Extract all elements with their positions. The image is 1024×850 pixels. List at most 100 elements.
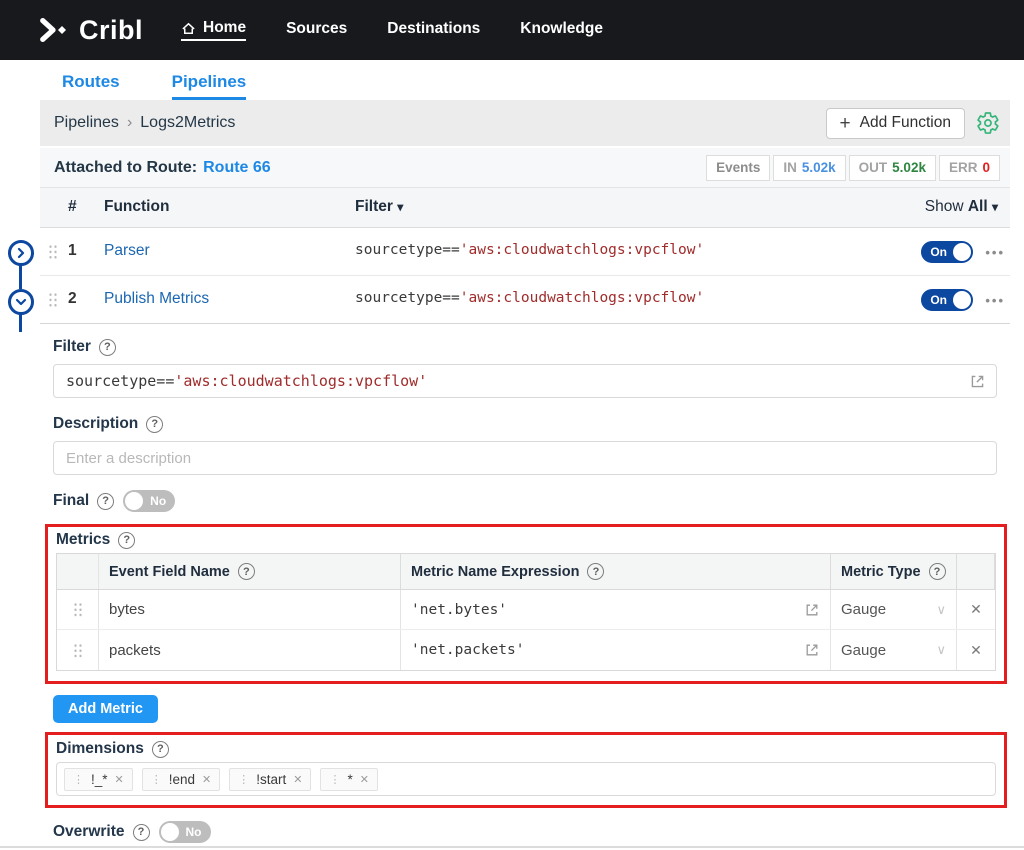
toggle-knob [953,291,971,309]
metrics-field-label: Metrics ? [56,531,996,549]
connector-line [19,265,22,289]
final-toggle[interactable]: No [123,490,175,512]
column-metric-name-expression: Metric Name Expression ? [401,554,831,589]
expand-editor-icon[interactable] [969,373,986,390]
remove-metric-icon[interactable]: ✕ [970,642,982,659]
row-menu-icon[interactable]: ••• [985,245,1005,260]
dimension-tag[interactable]: ⋮ * ✕ [320,768,377,791]
dimension-tag[interactable]: ⋮ !_* ✕ [64,768,133,791]
column-number: # [68,198,77,216]
events-badge: Events [706,155,770,181]
metric-type-select[interactable]: Gauge ∨ [831,630,957,670]
help-icon[interactable]: ? [99,339,116,356]
gear-icon[interactable] [976,111,1000,135]
metric-row-bytes: bytes 'net.bytes' [57,590,995,630]
nav-item-label: Sources [286,20,347,38]
tab-pipelines[interactable]: Pipelines [172,72,247,100]
help-icon[interactable]: ? [146,416,163,433]
metrics-annotation-box: Metrics ? Event Field Name ? Metric Name… [45,524,1007,684]
filter-expression-input[interactable]: sourcetype=='aws:cloudwatchlogs:vpcflow' [53,364,997,398]
breadcrumb-current: Logs2Metrics [140,114,235,132]
add-metric-button[interactable]: Add Metric [53,695,158,723]
remove-tag-icon[interactable]: ✕ [115,773,124,786]
remove-tag-icon[interactable]: ✕ [202,773,211,786]
attached-route-bar: Attached to Route: Route 66 Events IN 5.0… [40,146,1010,188]
metric-field-name[interactable]: packets [99,630,401,670]
remove-tag-icon[interactable]: ✕ [293,773,302,786]
row-menu-icon[interactable]: ••• [985,293,1005,308]
function-detail-panel: Filter ? sourcetype=='aws:cloudwatchlogs… [40,324,1010,843]
function-enable-toggle[interactable]: On [921,289,973,311]
add-function-button[interactable]: + Add Function [826,108,965,139]
description-input[interactable] [53,441,997,475]
remove-metric-icon[interactable]: ✕ [970,601,982,618]
overwrite-field-label: Overwrite ? [53,823,150,841]
help-icon[interactable]: ? [587,563,604,580]
breadcrumb-parent[interactable]: Pipelines [54,114,119,132]
cribl-pipeline-page: Cribl Home Sources Destinations Knowledg… [0,0,1024,850]
drag-handle-icon[interactable] [48,292,58,308]
dimensions-input[interactable]: ⋮ !_* ✕ ⋮ !end ✕ ⋮ !start ✕ [56,762,996,796]
help-icon[interactable]: ? [152,741,169,758]
events-in-value: 5.02k [802,160,836,175]
route-link[interactable]: Route 66 [203,159,271,176]
events-err-badge: ERR 0 [939,155,1000,181]
nav-item-knowledge[interactable]: Knowledge [520,20,603,40]
column-function: Function [104,198,169,216]
metric-expression-cell[interactable]: 'net.packets' [401,630,831,670]
metric-type-select[interactable]: Gauge ∨ [831,590,957,629]
help-icon[interactable]: ? [118,532,135,549]
expand-editor-icon[interactable] [804,642,820,658]
nav-item-label: Knowledge [520,20,603,38]
dimension-tag[interactable]: ⋮ !start ✕ [229,768,311,791]
home-icon [181,21,196,36]
metric-field-name[interactable]: bytes [99,590,401,629]
collapse-function-2-chevron-down-icon[interactable] [8,289,34,315]
function-number: 1 [68,242,77,260]
nav-item-label: Destinations [387,20,480,38]
drag-handle-icon[interactable] [73,602,83,617]
attached-route: Attached to Route: Route 66 [54,159,271,177]
expand-editor-icon[interactable] [804,602,820,618]
plus-icon: + [840,114,851,133]
top-nav: Cribl Home Sources Destinations Knowledg… [0,0,1024,60]
nav-items: Home Sources Destinations Knowledge [181,19,603,41]
nav-item-sources[interactable]: Sources [286,20,347,40]
drag-handle-icon[interactable] [73,643,83,658]
metrics-table: Event Field Name ? Metric Name Expressio… [56,553,996,671]
remove-tag-icon[interactable]: ✕ [360,773,369,786]
breadcrumb-separator: › [127,114,132,132]
metric-expression-cell[interactable]: 'net.bytes' [401,590,831,629]
show-all-dropdown[interactable]: Show All ▾ [925,198,998,216]
breadcrumb-bar: Pipelines › Logs2Metrics + Add Function [40,100,1010,146]
function-name-link[interactable]: Publish Metrics [104,290,209,308]
drag-handle-icon[interactable] [48,244,58,260]
nav-item-home[interactable]: Home [181,19,246,41]
overwrite-toggle[interactable]: No [159,821,211,843]
dimension-tag[interactable]: ⋮ !end ✕ [142,768,221,791]
column-filter-dropdown[interactable]: Filter ▾ [355,198,403,216]
attached-route-label: Attached to Route: [54,159,197,176]
help-icon[interactable]: ? [97,493,114,510]
dimensions-annotation-box: Dimensions ? ⋮ !_* ✕ ⋮ !end ✕ ⋮ [45,732,1007,808]
function-row-publish-metrics[interactable]: 2 Publish Metrics sourcetype=='aws:cloud… [40,276,1010,324]
cribl-logo[interactable]: Cribl [38,15,143,46]
logo-text: Cribl [79,15,143,46]
events-in-badge: IN 5.02k [773,155,845,181]
help-icon[interactable]: ? [929,563,946,580]
nav-item-destinations[interactable]: Destinations [387,20,480,40]
function-number: 2 [68,290,77,308]
column-metric-type: Metric Type ? [831,554,957,589]
expand-function-1-chevron-right-icon[interactable] [8,240,34,266]
tab-routes[interactable]: Routes [62,72,120,100]
function-enable-toggle[interactable]: On [921,241,973,263]
help-icon[interactable]: ? [238,563,255,580]
add-function-label: Add Function [860,114,951,132]
function-row-parser[interactable]: 1 Parser sourcetype=='aws:cloudwatchlogs… [40,228,1010,276]
help-icon[interactable]: ? [133,824,150,841]
overwrite-row: Overwrite ? No [53,821,997,843]
function-name-link[interactable]: Parser [104,242,150,260]
drag-handle-icon: ⋮ [151,773,162,786]
nav-item-label: Home [203,19,246,37]
drag-handle-icon: ⋮ [238,773,249,786]
